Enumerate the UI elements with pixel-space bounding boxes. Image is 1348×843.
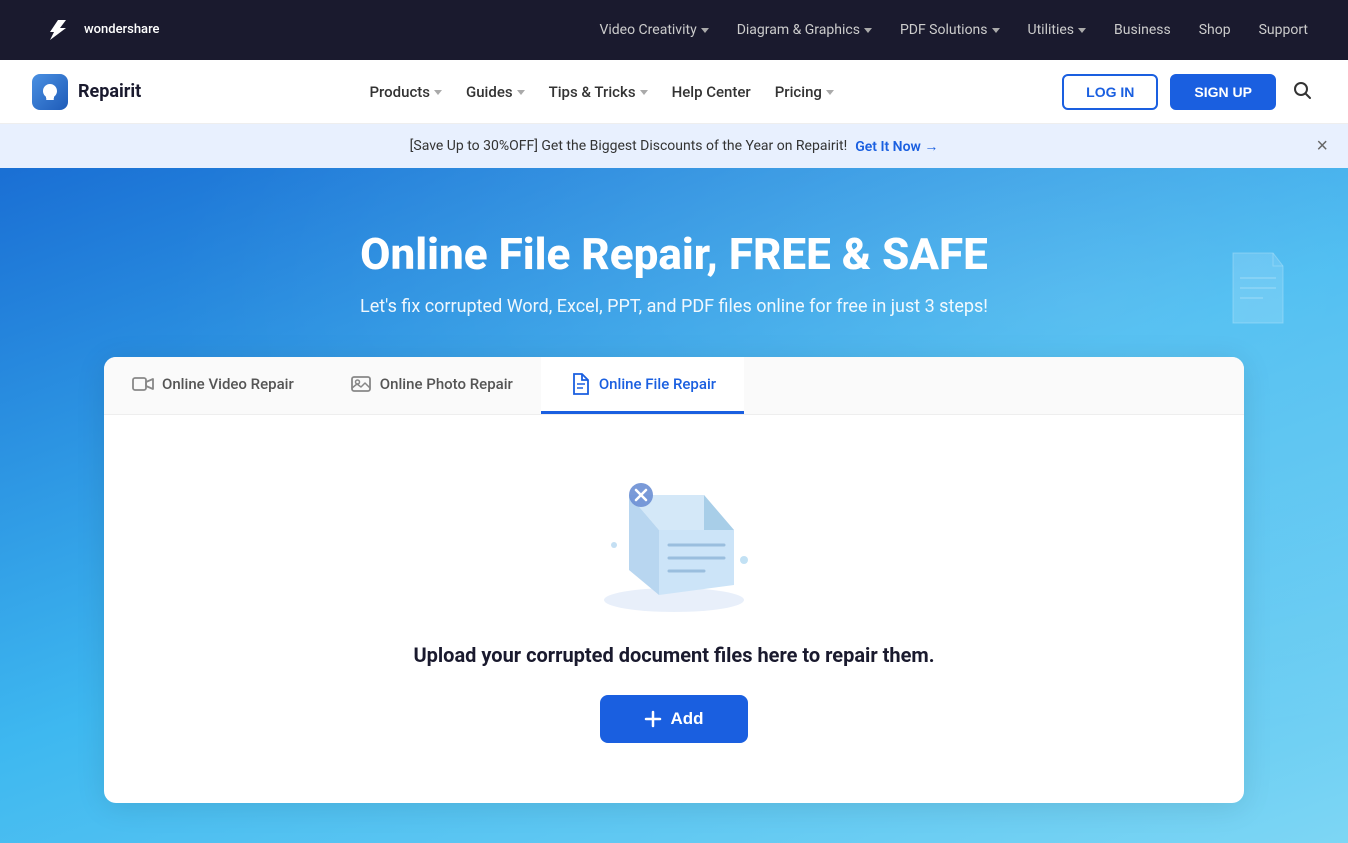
chevron-down-icon	[864, 28, 872, 33]
banner-close-button[interactable]: ×	[1316, 135, 1328, 158]
tab-photo-label: Online Photo Repair	[380, 375, 513, 393]
tab-video-repair[interactable]: Online Video Repair	[104, 357, 322, 414]
top-nav-shop[interactable]: Shop	[1199, 22, 1231, 38]
signup-button[interactable]: SIGN UP	[1170, 74, 1276, 110]
nav-auth-buttons: LOG IN SIGN UP	[1062, 74, 1316, 110]
chevron-down-icon	[640, 90, 648, 95]
hero-subtitle: Let's fix corrupted Word, Excel, PPT, an…	[360, 296, 988, 317]
chevron-down-icon	[826, 90, 834, 95]
video-camera-icon	[132, 373, 154, 395]
add-file-button[interactable]: Add	[600, 695, 747, 743]
card-body: Upload your corrupted document files her…	[104, 415, 1244, 803]
repair-tabs: Online Video Repair Online Photo Repair	[104, 357, 1244, 415]
add-button-label: Add	[670, 709, 703, 729]
file-icon	[569, 373, 591, 395]
photo-icon	[350, 373, 372, 395]
wondershare-name: wondershare	[84, 22, 160, 38]
chevron-down-icon	[434, 90, 442, 95]
chevron-down-icon	[1078, 28, 1086, 33]
banner-cta-link[interactable]: Get It Now →	[855, 138, 938, 155]
nav-products[interactable]: Products	[369, 83, 442, 101]
wondershare-logo[interactable]: wondershare	[40, 12, 160, 48]
tab-photo-repair[interactable]: Online Photo Repair	[322, 357, 541, 414]
top-nav-pdf[interactable]: PDF Solutions	[900, 22, 1000, 38]
chevron-down-icon	[701, 28, 709, 33]
tab-file-repair[interactable]: Online File Repair	[541, 357, 744, 414]
repair-card: Online Video Repair Online Photo Repair	[104, 357, 1244, 803]
nav-tips-tricks[interactable]: Tips & Tricks	[549, 83, 648, 101]
top-navigation: wondershare Video Creativity Diagram & G…	[0, 0, 1348, 60]
hero-section: Online File Repair, FREE & SAFE Let's fi…	[0, 168, 1348, 843]
top-nav-business[interactable]: Business	[1114, 22, 1171, 38]
chevron-down-icon	[992, 28, 1000, 33]
hero-title: Online File Repair, FREE & SAFE	[360, 228, 988, 280]
tab-video-label: Online Video Repair	[162, 375, 294, 393]
search-icon	[1292, 80, 1312, 100]
second-nav-links: Products Guides Tips & Tricks Help Cente…	[369, 83, 834, 101]
decorative-paper-icon	[1228, 248, 1288, 328]
top-nav-support[interactable]: Support	[1259, 22, 1308, 38]
login-button[interactable]: LOG IN	[1062, 74, 1158, 110]
tab-file-label: Online File Repair	[599, 375, 716, 393]
repairit-brand-name: Repairit	[78, 81, 141, 102]
file-illustration	[574, 455, 774, 615]
nav-pricing[interactable]: Pricing	[775, 83, 834, 101]
top-nav-diagram[interactable]: Diagram & Graphics	[737, 22, 872, 38]
repairit-logo-icon	[32, 74, 68, 110]
search-button[interactable]	[1288, 76, 1316, 107]
upload-instruction-text: Upload your corrupted document files her…	[413, 643, 934, 667]
top-nav-links: Video Creativity Diagram & Graphics PDF …	[599, 22, 1308, 38]
promo-banner: [Save Up to 30%OFF] Get the Biggest Disc…	[0, 124, 1348, 168]
secondary-navigation: Repairit Products Guides Tips & Tricks H…	[0, 60, 1348, 124]
top-nav-video[interactable]: Video Creativity	[599, 22, 708, 38]
banner-text: [Save Up to 30%OFF] Get the Biggest Disc…	[410, 138, 848, 154]
nav-guides[interactable]: Guides	[466, 83, 525, 101]
top-nav-utilities[interactable]: Utilities	[1028, 22, 1087, 38]
plus-icon	[644, 710, 662, 728]
chevron-down-icon	[517, 90, 525, 95]
nav-help-center[interactable]: Help Center	[672, 83, 751, 101]
repairit-logo[interactable]: Repairit	[32, 74, 141, 110]
